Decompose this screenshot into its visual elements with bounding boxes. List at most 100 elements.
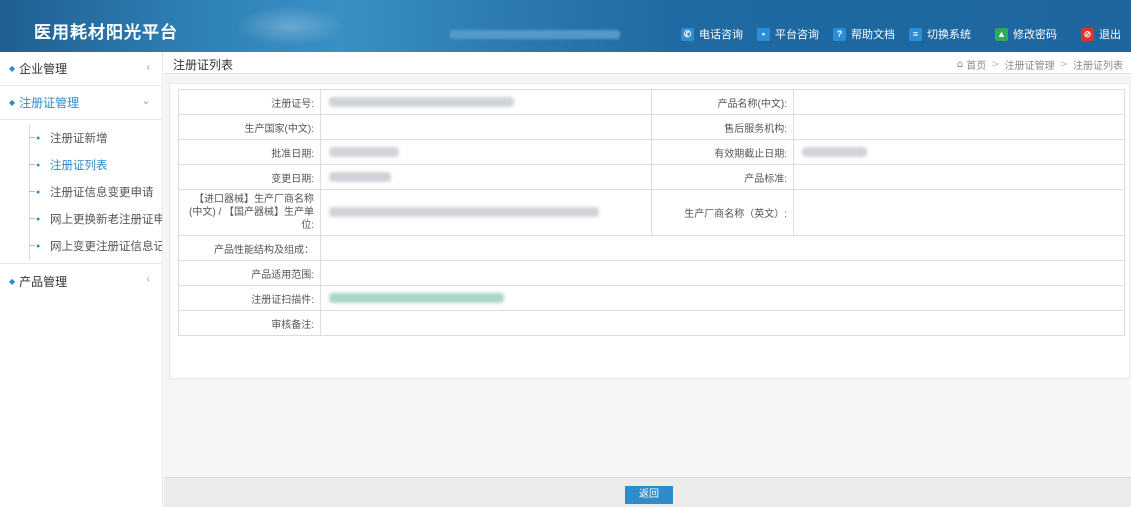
header-switch-system[interactable]: ≡ 切换系统 bbox=[909, 26, 971, 42]
expire-date-label: 有效期截止日期: bbox=[651, 139, 794, 165]
scope-value bbox=[320, 260, 1125, 286]
sidebar-subitem-label: 注册证信息变更申请 bbox=[50, 186, 154, 199]
approve-date-value bbox=[320, 139, 652, 165]
table-row: 注册证号: 产品名称(中文): bbox=[178, 89, 1125, 115]
sidebar-item-product[interactable]: ◆ 产品管理 ‹ bbox=[0, 264, 162, 298]
table-row: 批准日期: 有效期截止日期: bbox=[178, 139, 1125, 165]
service-org-label: 售后服务机构: bbox=[651, 114, 794, 140]
dot-icon: ● bbox=[36, 162, 41, 169]
manufacturer-en-value bbox=[793, 189, 1125, 236]
scope-label: 产品适用范围: bbox=[178, 260, 321, 286]
bullet-icon: ◆ bbox=[9, 276, 16, 286]
chevron-left-icon: ‹ bbox=[146, 62, 150, 73]
chevron-down-icon: ⌄ bbox=[141, 96, 150, 107]
redacted-value bbox=[329, 96, 514, 107]
breadcrumb-separator: > bbox=[991, 59, 1000, 70]
header-logout[interactable]: ⊘ 退出 bbox=[1081, 26, 1121, 42]
header-menu: ✆ 电话咨询 ▪ 平台咨询 ? 帮助文档 ≡ 切换系统 ▲ 修改密码 ⊘ 退出 bbox=[681, 26, 1131, 42]
redacted-value bbox=[329, 207, 599, 218]
sidebar-subitem-change-record[interactable]: ● 网上变更注册证信息记 bbox=[0, 232, 162, 259]
page-title: 注册证列表 bbox=[173, 58, 234, 72]
scan-label: 注册证扫描件: bbox=[178, 285, 321, 311]
structure-value bbox=[320, 235, 1125, 261]
sidebar-subitem-label: 注册证列表 bbox=[50, 159, 108, 172]
table-row: 产品适用范围: bbox=[178, 260, 1125, 286]
dot-icon: ● bbox=[36, 135, 41, 142]
detail-panel: 注册证号: 产品名称(中文): 生产国家(中文): 售后服务机构: 批准日期: … bbox=[169, 83, 1130, 379]
header-phone-label: 电话咨询 bbox=[699, 29, 743, 41]
sidebar-item-enterprise[interactable]: ◆ 企业管理 ‹ bbox=[0, 52, 162, 86]
sidebar-item-label: 企业管理 bbox=[19, 62, 68, 76]
dot-icon: ● bbox=[36, 243, 41, 250]
lock-icon: ▲ bbox=[995, 27, 1008, 41]
product-name-value bbox=[793, 89, 1125, 115]
scan-value[interactable] bbox=[320, 285, 1125, 311]
top-header: 医用耗材阳光平台 ✆ 电话咨询 ▪ 平台咨询 ? 帮助文档 ≡ 切换系统 ▲ 修… bbox=[0, 0, 1131, 52]
header-logout-label: 退出 bbox=[1099, 29, 1121, 41]
header-phone-consult[interactable]: ✆ 电话咨询 bbox=[681, 26, 743, 42]
table-row: 产品性能结构及组成： bbox=[178, 235, 1125, 261]
manufacturer-cn-label: 【进口器械】生产厂商名称(中文) / 【国产器械】生产单位: bbox=[178, 189, 321, 236]
product-std-value bbox=[793, 164, 1125, 190]
breadcrumb-home[interactable]: 首页 bbox=[966, 57, 986, 72]
product-name-label: 产品名称(中文): bbox=[651, 89, 794, 115]
approve-date-label: 批准日期: bbox=[178, 139, 321, 165]
sidebar-subitem-replace-online[interactable]: ● 网上更换新老注册证申 bbox=[0, 205, 162, 232]
sidebar-item-label: 产品管理 bbox=[19, 274, 68, 289]
reg-no-value bbox=[320, 89, 652, 115]
table-row: 审核备注: bbox=[178, 310, 1125, 336]
product-std-label: 产品标准: bbox=[651, 164, 794, 190]
breadcrumb-level1[interactable]: 注册证管理 bbox=[1005, 57, 1055, 72]
change-date-value bbox=[320, 164, 652, 190]
bottom-action-bar: 返回 bbox=[164, 477, 1131, 507]
header-redacted-text bbox=[450, 30, 620, 39]
main-content: 注册证列表 ⌂ 首页 > 注册证管理 > 注册证列表 注册证号: 产品名称(中文… bbox=[164, 52, 1131, 507]
sidebar-submenu: ● 注册证新增 ● 注册证列表 ● 注册证信息变更申请 ● 网上更换新老注册证申… bbox=[0, 120, 162, 264]
sidebar-subitem-list[interactable]: ● 注册证列表 bbox=[0, 151, 162, 178]
header-platform-consult[interactable]: ▪ 平台咨询 bbox=[757, 26, 819, 42]
sidebar-subitem-add[interactable]: ● 注册证新增 bbox=[0, 124, 162, 151]
audit-note-value bbox=[320, 310, 1125, 336]
header-switch-label: 切换系统 bbox=[927, 29, 971, 41]
back-button[interactable]: 返回 bbox=[625, 486, 673, 504]
sidebar-subitem-label: 网上变更注册证信息记 bbox=[50, 240, 162, 253]
title-bar: 注册证列表 ⌂ 首页 > 注册证管理 > 注册证列表 bbox=[164, 52, 1131, 74]
breadcrumb-separator: > bbox=[1059, 59, 1068, 70]
home-icon: ⌂ bbox=[956, 59, 964, 70]
dot-icon: ● bbox=[36, 189, 41, 196]
tree-dash bbox=[29, 164, 35, 165]
chevron-left-icon: ‹ bbox=[146, 274, 150, 285]
header-help-docs[interactable]: ? 帮助文档 bbox=[833, 26, 895, 42]
tree-dash bbox=[29, 137, 35, 138]
sidebar-subitem-label: 注册证新增 bbox=[50, 132, 108, 145]
registration-detail-table: 注册证号: 产品名称(中文): 生产国家(中文): 售后服务机构: 批准日期: … bbox=[178, 89, 1125, 336]
breadcrumb-level2: 注册证列表 bbox=[1073, 61, 1123, 72]
audit-note-label: 审核备注: bbox=[178, 310, 321, 336]
sidebar-group-registration: ◆ 注册证管理 ⌄ ● 注册证新增 ● 注册证列表 ● 注册证信息变更申请 ● … bbox=[0, 86, 162, 264]
dot-icon: ● bbox=[36, 216, 41, 223]
chat-icon: ▪ bbox=[757, 27, 770, 41]
manufacturer-en-label: 生产厂商名称（英文）: bbox=[651, 189, 794, 236]
switch-icon: ≡ bbox=[909, 27, 922, 41]
country-label: 生产国家(中文): bbox=[178, 114, 321, 140]
table-row: 【进口器械】生产厂商名称(中文) / 【国产器械】生产单位: 生产厂商名称（英文… bbox=[178, 189, 1125, 236]
sidebar: ◆ 企业管理 ‹ ◆ 注册证管理 ⌄ ● 注册证新增 ● 注册证列表 ● 注册证… bbox=[0, 52, 163, 507]
sidebar-item-registration[interactable]: ◆ 注册证管理 ⌄ bbox=[0, 86, 162, 120]
reg-no-label: 注册证号: bbox=[178, 89, 321, 115]
bullet-icon: ◆ bbox=[9, 64, 16, 73]
header-change-password[interactable]: ▲ 修改密码 bbox=[995, 26, 1057, 42]
manufacturer-cn-value bbox=[320, 189, 652, 236]
sidebar-subitem-change-apply[interactable]: ● 注册证信息变更申请 bbox=[0, 178, 162, 205]
help-icon: ? bbox=[833, 27, 846, 41]
expire-date-value bbox=[793, 139, 1125, 165]
tree-dash bbox=[29, 218, 35, 219]
header-password-label: 修改密码 bbox=[1013, 29, 1057, 41]
phone-icon: ✆ bbox=[681, 27, 694, 41]
sidebar-subitem-label: 网上更换新老注册证申 bbox=[50, 213, 162, 226]
tree-dash bbox=[29, 191, 35, 192]
change-date-label: 变更日期: bbox=[178, 164, 321, 190]
redacted-value bbox=[329, 146, 399, 157]
redacted-value bbox=[802, 146, 867, 157]
redacted-link bbox=[329, 292, 504, 303]
header-decoration bbox=[235, 6, 345, 46]
